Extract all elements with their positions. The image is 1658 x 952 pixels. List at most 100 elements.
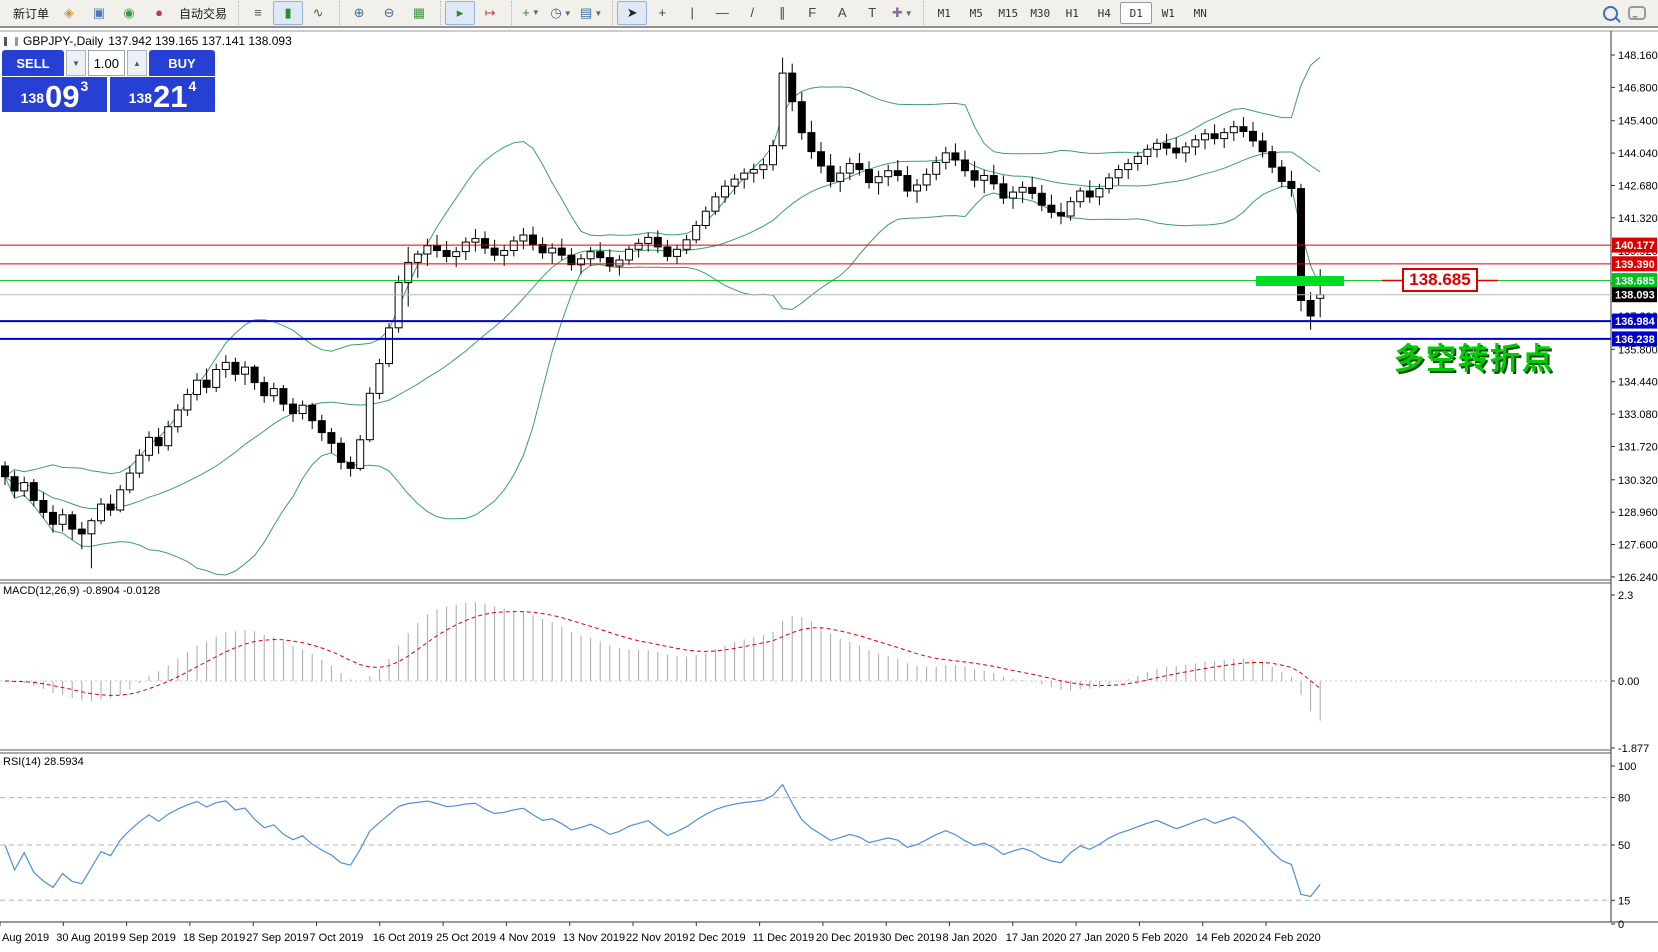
vertical-line-button[interactable]: |: [677, 1, 707, 25]
tile-windows-button[interactable]: ▦: [404, 1, 434, 25]
chart-title-symbol: GBPJPY-,Daily: [23, 34, 104, 48]
toolbar-group-draw: ➤ + | — / ∥ F A T ✚ ▼: [612, 1, 921, 26]
new-order-button[interactable]: 新订单: [8, 1, 54, 25]
bar-chart-button[interactable]: ≡: [243, 1, 273, 25]
fibonacci-button[interactable]: F: [797, 1, 827, 25]
candlestick: [951, 152, 960, 161]
candlestick: [1239, 126, 1248, 132]
candlestick: [519, 234, 528, 242]
buy-button[interactable]: BUY: [149, 50, 215, 76]
tile-windows-icon: ▦: [412, 5, 426, 20]
eraser-button[interactable]: ◈: [54, 1, 84, 25]
sell-button[interactable]: SELL: [2, 50, 64, 76]
svg-text:17 Jan 2020: 17 Jan 2020: [1006, 932, 1067, 944]
autotrading-button[interactable]: ●: [144, 1, 174, 25]
candlestick: [1009, 191, 1017, 199]
candlestick: [730, 178, 739, 187]
candlestick: [97, 503, 105, 522]
bollinger-middle-band: [4, 151, 1321, 510]
candlestick: [337, 442, 345, 463]
line-chart-button[interactable]: ∿: [303, 1, 333, 25]
chat-icon[interactable]: [1628, 6, 1646, 20]
text-button[interactable]: A: [827, 1, 857, 25]
volume-down-button[interactable]: ▼: [66, 50, 86, 76]
chart-canvas[interactable]: 148.160 146.800 145.400 144.040 142.680 141.3…: [0, 0, 1658, 952]
candlestick: [58, 514, 67, 525]
price-tag-138685[interactable]: 138.685: [1402, 268, 1478, 292]
candlestick: [39, 500, 48, 513]
candlestick: [893, 170, 902, 176]
timeframe-M15-button[interactable]: M15: [992, 2, 1024, 24]
dropdown-arrow-icon[interactable]: ▼: [594, 9, 602, 18]
candlestick: [913, 184, 921, 192]
dropdown-arrow-icon[interactable]: ▼: [564, 9, 572, 18]
timeframe-M1-button[interactable]: M1: [928, 2, 960, 24]
svg-text:22 Nov 2019: 22 Nov 2019: [626, 932, 688, 944]
dropdown-arrow-icon[interactable]: ▼: [532, 8, 540, 17]
candlestick: [826, 165, 835, 182]
candlestick: [759, 164, 768, 171]
candlestick: [250, 366, 259, 384]
candlestick: [817, 151, 825, 167]
candlestick: [1124, 163, 1133, 171]
channel-button[interactable]: ∥: [767, 1, 797, 25]
candlestick: [279, 388, 288, 405]
auto-trading-button[interactable]: 自动交易: [174, 1, 232, 25]
candlestick-chart-icon: ▮: [284, 5, 292, 21]
zoom-in-icon: ⊕: [353, 5, 365, 20]
candlestick: [77, 528, 86, 535]
horizontal-line-button[interactable]: —: [707, 1, 737, 25]
candlestick: [548, 247, 557, 254]
volume-input[interactable]: 1.00: [88, 50, 125, 76]
chart-shift-button[interactable]: ↦: [475, 1, 505, 25]
zoom-in-button[interactable]: ⊕: [344, 1, 374, 25]
periods-button[interactable]: ◷ ▼: [546, 1, 576, 25]
text-label-button[interactable]: T: [857, 1, 887, 25]
zoom-out-button[interactable]: ⊖: [374, 1, 404, 25]
crosshair-button[interactable]: +: [647, 1, 677, 25]
highlight-bar[interactable]: [1256, 276, 1344, 286]
candlestick: [538, 244, 547, 254]
bid-price[interactable]: 138 09 3: [2, 77, 107, 112]
trendline-button[interactable]: /: [737, 1, 767, 25]
indicators-button[interactable]: + ▼: [516, 1, 546, 25]
signal-button[interactable]: ◉: [114, 1, 144, 25]
autoscroll-button[interactable]: ▸: [445, 1, 476, 25]
templates-button[interactable]: ▤ ▼: [576, 1, 606, 25]
main-toolbar: 新订单 ◈ ▣ ◉ ● 自动交易 ≡ ▮ ∿ ⊕ ⊖ ▦ ▸ ↦ + ▼ ◷ ▼ ▤ ▼ ➤ + | — / ∥ F A…: [0, 0, 1658, 28]
ask-pip-digit: 4: [188, 78, 197, 94]
timeframe-M30-button[interactable]: M30: [1024, 2, 1056, 24]
new-window-button[interactable]: ▣: [84, 1, 114, 25]
line-chart-icon: ∿: [312, 5, 324, 21]
candlestick: [135, 454, 144, 474]
toolbar-group-chart-type: ≡ ▮ ∿: [238, 1, 337, 26]
candlestick: [1, 465, 9, 478]
candlestick: [116, 489, 125, 511]
timeframe-H4-button[interactable]: H4: [1088, 2, 1120, 24]
candlestick: [740, 172, 749, 180]
search-icon[interactable]: [1603, 5, 1618, 21]
timeframe-M5-button[interactable]: M5: [960, 2, 992, 24]
volume-up-button[interactable]: ▲: [127, 50, 147, 76]
candlestick: [231, 361, 240, 375]
annotation-text[interactable]: 多空转折点: [1394, 334, 1554, 378]
ask-price[interactable]: 138 21 4: [110, 77, 215, 112]
cursor-button[interactable]: ➤: [617, 1, 648, 26]
timeframe-MN-button[interactable]: MN: [1184, 2, 1216, 24]
timeframe-W1-button[interactable]: W1: [1152, 2, 1184, 24]
toolbar-group-scroll: ▸ ↦: [440, 1, 509, 25]
timeframe-H1-button[interactable]: H1: [1056, 2, 1088, 24]
candlestick: [874, 176, 883, 184]
candlestick-chart-button[interactable]: ▮: [273, 1, 304, 26]
timeframe-D1-button[interactable]: D1: [1120, 2, 1153, 24]
candlestick: [471, 238, 480, 243]
channel-icon: ∥: [779, 5, 786, 21]
candlestick: [385, 327, 393, 365]
candlestick: [845, 163, 854, 174]
arrows-button[interactable]: ✚ ▼: [887, 1, 917, 25]
candlestick: [596, 251, 605, 259]
bid-big-digits: 09: [45, 79, 80, 114]
candlestick: [193, 379, 201, 396]
dropdown-arrow-icon[interactable]: ▼: [905, 9, 913, 18]
candlestick: [241, 366, 249, 375]
